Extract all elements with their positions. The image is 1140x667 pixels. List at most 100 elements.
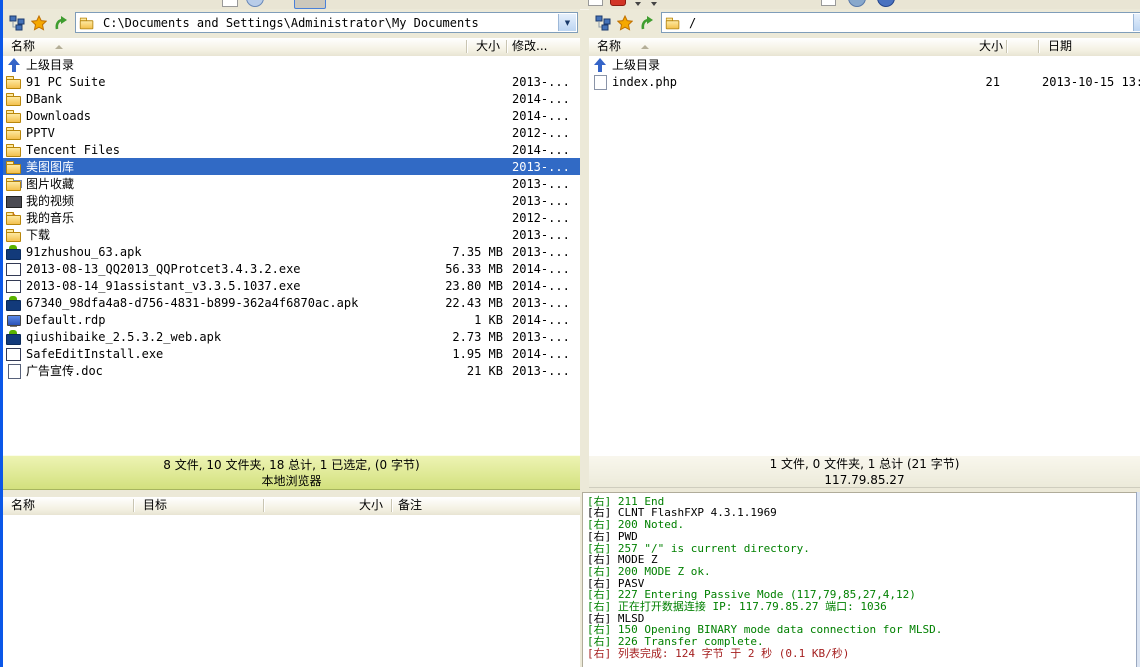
remote-column-header: 名称 大小 日期: [589, 38, 1140, 57]
file-icon: [6, 159, 22, 175]
sort-ascending-icon: [641, 45, 649, 49]
file-row[interactable]: 2013-08-13_QQ2013_QQProtcet3.4.3.2.exe 5…: [3, 260, 580, 277]
file-icon: [6, 227, 22, 243]
file-name: 67340_98dfa4a8-d756-4831-b899-362a4f6870…: [26, 296, 422, 310]
file-size: 21: [912, 75, 1042, 89]
file-row[interactable]: 我的音乐 2012-...: [3, 209, 580, 226]
ftp-log-panel[interactable]: · ·· ·· · · ·· · ·· · ·· ··· · ·· · ··[右…: [582, 492, 1140, 667]
sort-ascending-icon: [55, 45, 63, 49]
file-name: 下载: [26, 226, 422, 243]
clipped-dropdown-arrow[interactable]: [651, 2, 657, 6]
column-name[interactable]: 名称: [597, 38, 621, 55]
column-name[interactable]: 名称: [11, 38, 35, 55]
file-row[interactable]: Tencent Files 2014-...: [3, 141, 580, 158]
favorites-star-icon[interactable]: [615, 13, 635, 33]
file-icon: [6, 125, 22, 141]
file-row[interactable]: 上级目录: [589, 56, 1140, 73]
clipped-toolbar-icon[interactable]: [821, 0, 836, 6]
file-icon: [6, 346, 22, 362]
file-name: 上级目录: [26, 56, 422, 73]
site-tree-icon[interactable]: [593, 13, 613, 33]
file-row[interactable]: PPTV 2012-...: [3, 124, 580, 141]
file-row[interactable]: 广告宣传.doc 21 KB 2013-...: [3, 362, 580, 379]
file-date: 2013-...: [512, 245, 580, 259]
queue-column-name[interactable]: 名称: [11, 497, 35, 514]
file-icon: [6, 295, 22, 311]
queue-column-note[interactable]: 备注: [398, 497, 422, 514]
local-status-label: 本地浏览器: [3, 473, 580, 489]
file-row[interactable]: 91zhushou_63.apk 7.35 MB 2013-...: [3, 243, 580, 260]
file-icon: [6, 329, 22, 345]
file-row[interactable]: 2013-08-14_91assistant_v3.3.5.1037.exe 2…: [3, 277, 580, 294]
file-date: 2012-...: [512, 126, 580, 140]
file-row[interactable]: qiushibaike_2.5.3.2_web.apk 2.73 MB 2013…: [3, 328, 580, 345]
file-size: 56.33 MB: [422, 262, 512, 276]
file-date: 2014-...: [512, 279, 580, 293]
file-row[interactable]: Default.rdp 1 KB 2014-...: [3, 311, 580, 328]
file-icon: [6, 142, 22, 158]
file-icon: [6, 193, 22, 209]
file-row[interactable]: SafeEditInstall.exe 1.95 MB 2014-...: [3, 345, 580, 362]
file-row[interactable]: 图片收藏 2013-...: [3, 175, 580, 192]
column-modified[interactable]: 修改...: [512, 38, 547, 55]
column-size[interactable]: 大小: [466, 38, 500, 55]
file-row[interactable]: 91 PC Suite 2013-...: [3, 73, 580, 90]
go-up-arrow-icon[interactable]: [637, 13, 657, 33]
file-row[interactable]: 美图图库 2013-...: [3, 158, 580, 175]
clipped-toolbar-icon[interactable]: [848, 0, 866, 7]
remote-path-value: /: [689, 16, 696, 30]
file-row[interactable]: 67340_98dfa4a8-d756-4831-b899-362a4f6870…: [3, 294, 580, 311]
file-row[interactable]: DBank 2014-...: [3, 90, 580, 107]
clipped-toolbar-pressed-button[interactable]: [294, 0, 326, 9]
log-line: [右] 正在打开数据连接 IP: 117.79.85.27 端口: 1036: [587, 601, 1140, 613]
file-row[interactable]: 我的视频 2013-...: [3, 192, 580, 209]
file-icon: [6, 363, 22, 379]
clipped-toolbar-icon[interactable]: [588, 0, 603, 6]
log-line: [右] 200 MODE Z ok.: [587, 566, 1140, 578]
queue-column-size[interactable]: 大小: [349, 497, 383, 514]
clipped-toolbar-icon[interactable]: [246, 0, 264, 7]
clipped-toolbar-icon[interactable]: [610, 0, 626, 6]
remote-status-counts: 1 文件, 0 文件夹, 1 总计 (21 字节): [589, 456, 1140, 472]
file-row[interactable]: 下载 2013-...: [3, 226, 580, 243]
file-name: Tencent Files: [26, 143, 422, 157]
remote-browser-panel: / ▼ 名称 大小 日期 上级目录 index.php 21 2013-10-1…: [589, 9, 1140, 488]
file-date: 2014-...: [512, 109, 580, 123]
transfer-queue-list[interactable]: [3, 515, 580, 667]
combobox-dropdown-button[interactable]: ▼: [1133, 14, 1140, 31]
clipped-dropdown-arrow[interactable]: [635, 2, 641, 6]
clipped-toolbar-icon[interactable]: [222, 0, 238, 7]
file-name: PPTV: [26, 126, 422, 140]
file-date: 2013-...: [512, 160, 580, 174]
file-icon: [6, 210, 22, 226]
file-row[interactable]: Downloads 2014-...: [3, 107, 580, 124]
file-date: 2013-...: [512, 330, 580, 344]
file-icon: [592, 57, 608, 73]
file-name: 我的视频: [26, 192, 422, 209]
file-icon: [6, 108, 22, 124]
file-row[interactable]: index.php 21 2013-10-15 13:26: [589, 73, 1140, 90]
file-date: 2014-...: [512, 92, 580, 106]
file-name: 美图图库: [26, 158, 422, 175]
file-row[interactable]: 上级目录: [3, 56, 580, 73]
remote-toolbar: / ▼: [589, 9, 1140, 37]
log-line: [右] 257 "/" is current directory.: [587, 543, 1140, 555]
remote-path-combobox[interactable]: / ▼: [661, 12, 1140, 33]
queue-column-target[interactable]: 目标: [143, 497, 167, 514]
go-up-arrow-icon[interactable]: [51, 13, 71, 33]
favorites-star-icon[interactable]: [29, 13, 49, 33]
column-size[interactable]: 大小: [969, 38, 1003, 55]
combobox-dropdown-button[interactable]: ▼: [558, 14, 576, 31]
log-scrollbar[interactable]: [1136, 492, 1140, 667]
file-name: 2013-08-13_QQ2013_QQProtcet3.4.3.2.exe: [26, 262, 422, 276]
remote-file-list[interactable]: 上级目录 index.php 21 2013-10-15 13:26: [589, 56, 1140, 455]
site-tree-icon[interactable]: [7, 13, 27, 33]
local-file-list[interactable]: 上级目录 91 PC Suite 2013-... DBank 2014-...…: [3, 56, 580, 455]
file-icon: [6, 91, 22, 107]
local-path-combobox[interactable]: C:\Documents and Settings\Administrator\…: [75, 12, 578, 33]
column-date[interactable]: 日期: [1048, 38, 1072, 55]
file-date: 2014-...: [512, 347, 580, 361]
clipped-toolbar-icon[interactable]: [877, 0, 895, 7]
file-name: 广告宣传.doc: [26, 362, 422, 379]
folder-icon: [80, 15, 94, 29]
